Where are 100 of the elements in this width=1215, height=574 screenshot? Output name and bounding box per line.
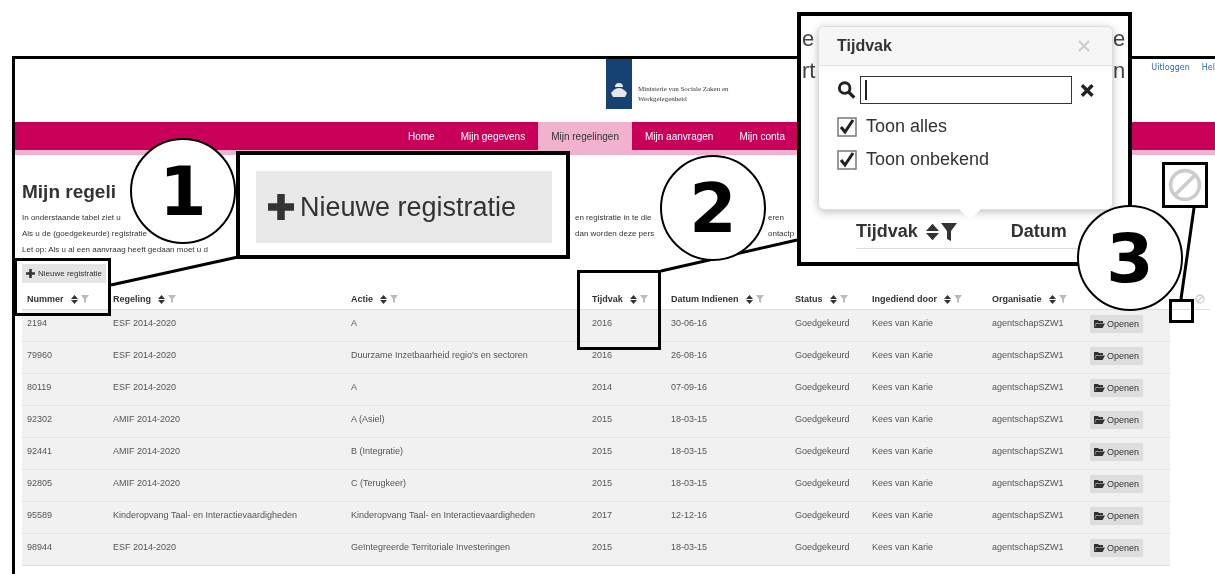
sort-icon[interactable] bbox=[70, 294, 78, 304]
nav-tab[interactable]: Mijn aanvragen bbox=[632, 122, 727, 150]
intro-text: en registratie in te die bbox=[575, 212, 652, 224]
table-cell: A bbox=[351, 318, 357, 328]
column-header[interactable]: Regeling bbox=[113, 294, 151, 304]
table-cell: agentschapSZW1 bbox=[992, 542, 1064, 552]
table-cell: 2014 bbox=[592, 382, 613, 392]
nav-tab[interactable]: Home bbox=[395, 122, 448, 150]
table-cell: A (Asiel) bbox=[351, 414, 385, 424]
nav-tab[interactable]: Mijn gegevens bbox=[447, 122, 539, 150]
filter-icon bbox=[940, 222, 957, 241]
clear-icon[interactable] bbox=[1079, 82, 1094, 98]
sort-icon[interactable] bbox=[1048, 294, 1056, 304]
folder-icon bbox=[1094, 416, 1105, 424]
table-cell: Duurzame Inzetbaarheid regio's en sectoren bbox=[351, 350, 528, 360]
sort-icon[interactable] bbox=[158, 294, 165, 304]
nav-tab[interactable]: Mijn conta bbox=[726, 122, 798, 150]
column-header[interactable]: Organisatie bbox=[992, 294, 1042, 304]
column-header[interactable]: Ingediend door bbox=[872, 294, 937, 304]
column-header: Tijdvak bbox=[856, 221, 918, 242]
table-cell: 92805 bbox=[27, 478, 53, 488]
sort-icon bbox=[925, 222, 939, 241]
table-cell: Kees van Karie bbox=[872, 318, 934, 328]
table-cell: agentschapSZW1 bbox=[992, 414, 1064, 424]
column-header[interactable]: Actie bbox=[351, 294, 373, 304]
nav-tab[interactable]: Mijn regelingen bbox=[538, 122, 632, 150]
table-cell: Goedgekeurd bbox=[795, 382, 850, 392]
table-cell: AMIF 2014-2020 bbox=[113, 478, 181, 488]
search-icon bbox=[837, 80, 857, 100]
table-cell: Kees van Karie bbox=[872, 478, 934, 488]
table-cell: 2015 bbox=[592, 446, 613, 456]
cropped-text: e bbox=[802, 26, 815, 52]
table-cell: ESF 2014-2020 bbox=[113, 542, 177, 552]
cropped-text: n bbox=[1113, 58, 1126, 84]
table-cell: 18-03-15 bbox=[671, 414, 708, 424]
column-header[interactable]: Tijdvak bbox=[592, 294, 623, 304]
checkbox[interactable] bbox=[837, 116, 857, 137]
table-cell: AMIF 2014-2020 bbox=[113, 414, 181, 424]
column-header[interactable]: Status bbox=[795, 294, 823, 304]
open-button[interactable]: Openen bbox=[1090, 443, 1144, 461]
table-cell: AMIF 2014-2020 bbox=[113, 446, 181, 456]
table-cell: 2016 bbox=[592, 318, 613, 328]
table-cell: 98944 bbox=[27, 542, 53, 552]
table-cell: 92302 bbox=[27, 414, 53, 424]
table-cell: Kees van Karie bbox=[872, 542, 934, 552]
open-button[interactable]: Openen bbox=[1090, 315, 1144, 333]
sort-icon[interactable] bbox=[629, 294, 637, 304]
open-button[interactable]: Openen bbox=[1090, 379, 1144, 397]
table-cell: 18-03-15 bbox=[671, 478, 708, 488]
table-cell: agentschapSZW1 bbox=[992, 350, 1064, 360]
open-button[interactable]: Openen bbox=[1090, 507, 1144, 525]
folder-icon bbox=[1094, 352, 1105, 360]
callout-number: 3 bbox=[1077, 205, 1183, 311]
open-button[interactable]: Openen bbox=[1090, 347, 1144, 365]
table-cell: 30-06-16 bbox=[671, 318, 708, 328]
table-cell: 2015 bbox=[592, 414, 613, 424]
column-header[interactable]: Nummer bbox=[27, 294, 64, 304]
table-cell: agentschapSZW1 bbox=[992, 478, 1064, 488]
table-cell: ESF 2014-2020 bbox=[113, 318, 177, 328]
table-cell: 2015 bbox=[592, 542, 613, 552]
new-registration-button[interactable]: Nieuwe registratie bbox=[22, 264, 107, 283]
table-cell: 79960 bbox=[27, 350, 53, 360]
table-cell: agentschapSZW1 bbox=[992, 510, 1064, 520]
table-cell: Goedgekeurd bbox=[795, 446, 850, 456]
new-registration-button[interactable]: Nieuwe registratie bbox=[256, 171, 552, 243]
table-cell: C (Terugkeer) bbox=[351, 478, 406, 488]
table-cell: 26-08-16 bbox=[671, 350, 708, 360]
checkbox[interactable] bbox=[837, 149, 857, 170]
emblem-icon bbox=[606, 59, 632, 109]
sort-icon[interactable] bbox=[944, 294, 951, 304]
plus-icon bbox=[26, 269, 35, 278]
folder-icon bbox=[1094, 320, 1105, 328]
header-link[interactable]: Hel bbox=[1201, 63, 1215, 122]
open-button[interactable]: Openen bbox=[1090, 539, 1144, 557]
table-cell: Kinderopvang Taal- en Interactievaardigheden bbox=[351, 510, 535, 520]
search-field[interactable] bbox=[860, 76, 1072, 104]
table-cell: ESF 2014-2020 bbox=[113, 382, 177, 392]
checkbox-label[interactable]: Toon onbekend bbox=[866, 149, 990, 170]
intro-text: In onderstaande tabel ziet u bbox=[22, 212, 121, 224]
table-cell: Goedgekeurd bbox=[795, 318, 850, 328]
folder-icon bbox=[1094, 480, 1105, 488]
table-cell: agentschapSZW1 bbox=[992, 446, 1064, 456]
table-cell: Kees van Karie bbox=[872, 350, 934, 360]
folder-icon bbox=[1094, 384, 1105, 392]
sort-icon[interactable] bbox=[380, 294, 387, 304]
table-cell: Kinderopvang Taal- en Interactievaardigheden bbox=[113, 510, 297, 520]
intro-text: dan worden deze pers bbox=[575, 228, 655, 240]
column-header[interactable]: Datum Indienen bbox=[671, 294, 739, 304]
header-link[interactable]: Uitloggen bbox=[1151, 63, 1190, 122]
intro-text: eren bbox=[768, 212, 784, 224]
intro-text: Let op: Als u al een aanvraag heeft gedaan moet u d bbox=[22, 244, 208, 256]
open-button[interactable]: Openen bbox=[1090, 411, 1144, 429]
open-button[interactable]: Openen bbox=[1090, 475, 1144, 493]
sort-icon[interactable] bbox=[745, 294, 753, 304]
checkbox-label[interactable]: Toon alles bbox=[866, 116, 948, 137]
table-cell: Kees van Karie bbox=[872, 510, 934, 520]
sort-icon[interactable] bbox=[829, 294, 837, 304]
table-cell: 2194 bbox=[27, 318, 48, 328]
table-cell: Goedgekeurd bbox=[795, 414, 850, 424]
table-cell: Geïntegreerde Territoriale Investeringen bbox=[351, 542, 510, 552]
